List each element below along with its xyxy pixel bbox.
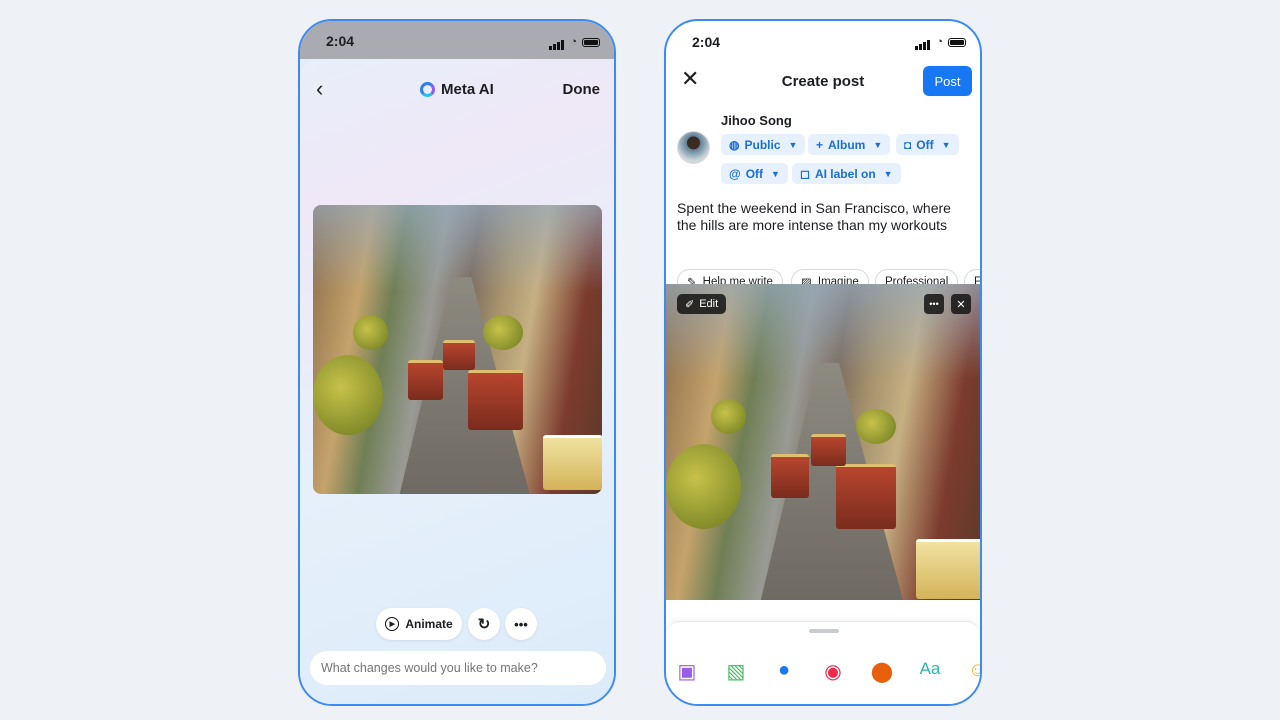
meta-ai-logo-icon <box>420 82 435 97</box>
more-icon: ••• <box>514 616 528 632</box>
title-text: Meta AI <box>441 81 494 98</box>
meta-ai-sheet: ‹ Meta AI Done ▶ Animate ↻ ••• <box>300 59 614 704</box>
caret-down-icon: ▼ <box>788 139 798 150</box>
live-video-icon[interactable]: ◉ <box>820 659 846 684</box>
audience-chip[interactable]: ◍ Public ▼ <box>721 134 806 155</box>
remove-image-button[interactable]: ✕ <box>951 294 971 314</box>
meta-ai-phone: 2:04 ◔ ‹ Meta AI Done ▶ Animate ↻ ••• Wh… <box>298 19 616 706</box>
caret-down-icon: ▼ <box>883 168 893 179</box>
ai-label-icon: ◻ <box>800 166 810 181</box>
emoji-icon[interactable]: ☺ <box>965 659 980 682</box>
threads-icon: @ <box>729 166 741 181</box>
prompt-input[interactable] <box>310 651 606 685</box>
wifi-icon: ◔ <box>936 36 943 48</box>
post-button[interactable]: Post <box>923 66 972 96</box>
ai-label-chip[interactable]: ◻ AI label on ▼ <box>792 163 901 184</box>
instagram-chip[interactable]: ◘ Off ▼ <box>896 134 959 155</box>
play-icon: ▶ <box>385 617 400 631</box>
back-button[interactable]: ‹ <box>316 76 324 101</box>
user-name: Jihoo Song <box>721 113 792 128</box>
more-button[interactable]: ••• <box>505 608 537 640</box>
chip-label: AI label on <box>814 166 876 181</box>
status-bar: 2:04 ◔ <box>666 21 980 59</box>
photo-icon[interactable]: ▧ <box>723 659 749 684</box>
ai-image-icon[interactable]: ▣ <box>674 659 700 684</box>
battery-icon <box>948 37 966 47</box>
done-button[interactable]: Done <box>563 81 601 98</box>
chevron-left-icon: ‹ <box>316 76 324 101</box>
avatar <box>677 131 710 164</box>
album-chip[interactable]: + Album ▼ <box>808 134 891 155</box>
location-icon[interactable]: ⬤ <box>869 659 895 684</box>
chip-label: Album <box>828 137 866 152</box>
post-image[interactable] <box>666 284 980 600</box>
refresh-icon: ↻ <box>477 616 491 633</box>
regenerate-button[interactable]: ↻ <box>468 608 500 640</box>
caret-down-icon: ▼ <box>771 168 780 179</box>
battery-icon <box>582 37 600 47</box>
animate-button[interactable]: ▶ Animate <box>376 608 462 640</box>
text-style-icon[interactable]: Aa <box>917 659 943 679</box>
status-icons: ◔ <box>915 34 966 50</box>
threads-chip[interactable]: @ Off ▼ <box>721 163 788 184</box>
wifi-icon: ◔ <box>570 36 577 48</box>
plus-icon: + <box>816 137 824 152</box>
create-post-phone: 2:04 ◔ ✕ Create post Post Jihoo Song ◍ Pu… <box>664 19 982 706</box>
more-icon: ••• <box>929 299 939 309</box>
tag-people-icon[interactable]: ● <box>771 659 797 682</box>
generated-image[interactable] <box>313 205 602 494</box>
chip-label: Off <box>745 166 764 181</box>
prompt-input-field[interactable] <box>321 661 595 675</box>
image-more-button[interactable]: ••• <box>924 294 944 314</box>
close-icon: ✕ <box>956 298 966 311</box>
chip-label: Off <box>916 137 934 152</box>
post-text[interactable]: Spent the weekend in San Francisco, wher… <box>677 200 967 234</box>
chip-label: Public <box>744 137 781 152</box>
signal-icon <box>549 34 565 50</box>
animate-label: Animate <box>405 617 453 631</box>
status-time: 2:04 <box>326 33 355 49</box>
edit-label: Edit <box>699 298 719 310</box>
caret-down-icon: ▼ <box>873 139 883 150</box>
header-title: Meta AI <box>420 81 494 98</box>
caret-down-icon: ▼ <box>941 139 951 150</box>
magic-wand-icon: ✐ <box>685 298 695 311</box>
status-bar: 2:04 ◔ <box>300 21 614 59</box>
globe-icon: ◍ <box>729 137 740 152</box>
drag-handle[interactable] <box>809 629 839 633</box>
edit-image-button[interactable]: ✐ Edit <box>677 294 727 314</box>
signal-icon <box>915 34 931 50</box>
status-time: 2:04 <box>692 34 721 50</box>
status-icons: ◔ <box>549 34 600 50</box>
instagram-icon: ◘ <box>904 137 912 152</box>
